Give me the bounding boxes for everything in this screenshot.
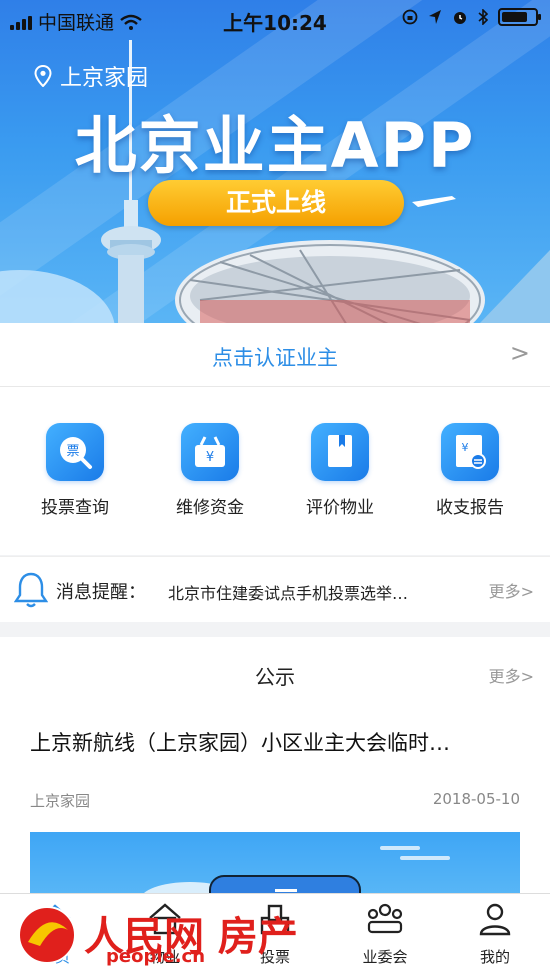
banner-title: 北京业主APP bbox=[74, 109, 476, 182]
tab-mine[interactable]: 我的 bbox=[440, 900, 550, 967]
tab-label: 物业 bbox=[149, 948, 180, 966]
article-title[interactable]: 上京新航线（上京家园）小区业主大会临时… bbox=[30, 727, 520, 757]
yuan-report-icon: ¥ bbox=[441, 423, 499, 481]
article-thumbnail[interactable] bbox=[30, 832, 520, 902]
service-rate-property[interactable]: 评价物业 bbox=[275, 423, 405, 518]
location-arrow-icon bbox=[429, 10, 441, 24]
user-icon bbox=[479, 903, 511, 936]
building-icon bbox=[149, 903, 181, 935]
location-text: 上京家园 bbox=[60, 66, 149, 91]
section-title: 公示 bbox=[255, 665, 295, 689]
tab-label: 我的 bbox=[479, 948, 510, 966]
notice-ticker[interactable]: 消息提醒： 北京市住建委试点手机投票选举… 更多> bbox=[0, 556, 550, 622]
bell-icon bbox=[14, 572, 48, 608]
money-box-icon: ¥ bbox=[181, 423, 239, 481]
alarm-icon bbox=[454, 12, 466, 24]
bottom-tab-bar: 首页 物业 投票 业委会 我的 bbox=[0, 893, 550, 978]
location-label[interactable]: 上京家园 bbox=[34, 60, 148, 92]
service-maintenance-fund[interactable]: ¥ 维修资金 bbox=[145, 423, 275, 518]
announcements-more-link[interactable]: 更多> bbox=[489, 663, 534, 687]
service-label: 维修资金 bbox=[176, 498, 244, 518]
tab-vote[interactable]: 投票 bbox=[220, 900, 330, 967]
service-finance-report[interactable]: ¥ 收支报告 bbox=[405, 423, 535, 518]
service-vote-query[interactable]: 票 投票查询 bbox=[10, 423, 140, 518]
location-pin-icon bbox=[34, 65, 52, 87]
tab-home[interactable]: 首页 bbox=[0, 900, 110, 967]
article-source: 上京家园 bbox=[30, 792, 91, 810]
group-icon bbox=[367, 903, 403, 934]
battery-icon bbox=[498, 8, 541, 26]
bluetooth-icon bbox=[478, 9, 488, 25]
notice-text[interactable]: 北京市住建委试点手机投票选举… bbox=[168, 580, 463, 604]
tab-label: 投票 bbox=[259, 948, 290, 966]
launch-badge[interactable]: 正式上线 bbox=[148, 180, 404, 226]
ballot-box-icon bbox=[260, 904, 290, 935]
service-label: 投票查询 bbox=[41, 498, 109, 518]
hero-banner[interactable]: 上京家园 北京业主APP 正式上线 bbox=[0, 0, 550, 323]
service-label: 评价物业 bbox=[306, 498, 374, 518]
orientation-lock-icon bbox=[402, 9, 418, 25]
notice-more-link[interactable]: 更多> bbox=[489, 578, 534, 602]
svg-text:¥: ¥ bbox=[206, 450, 214, 465]
status-icons bbox=[402, 8, 541, 26]
verify-owner-row[interactable]: 点击认证业主 > bbox=[0, 323, 550, 387]
home-icon bbox=[39, 904, 71, 935]
notice-label: 消息提醒： bbox=[56, 582, 146, 603]
tab-committee[interactable]: 业委会 bbox=[330, 900, 440, 967]
service-label: 收支报告 bbox=[436, 498, 504, 518]
svg-text:票: 票 bbox=[66, 444, 79, 459]
tab-label: 业委会 bbox=[362, 948, 408, 966]
tab-property[interactable]: 物业 bbox=[110, 900, 220, 967]
tab-label: 首页 bbox=[39, 948, 70, 966]
chevron-right-icon: > bbox=[509, 339, 530, 367]
ticket-search-icon: 票 bbox=[46, 423, 104, 481]
svg-text:¥: ¥ bbox=[462, 441, 469, 454]
article-date: 2018-05-10 bbox=[432, 790, 520, 808]
book-bookmark-icon bbox=[311, 423, 369, 481]
verify-owner-label[interactable]: 点击认证业主 bbox=[0, 342, 550, 372]
service-grid: 票 投票查询 ¥ 维修资金 评价物业 ¥ 收支报告 bbox=[0, 387, 550, 555]
status-bar: 中国联通 上午10:24 bbox=[0, 0, 550, 40]
